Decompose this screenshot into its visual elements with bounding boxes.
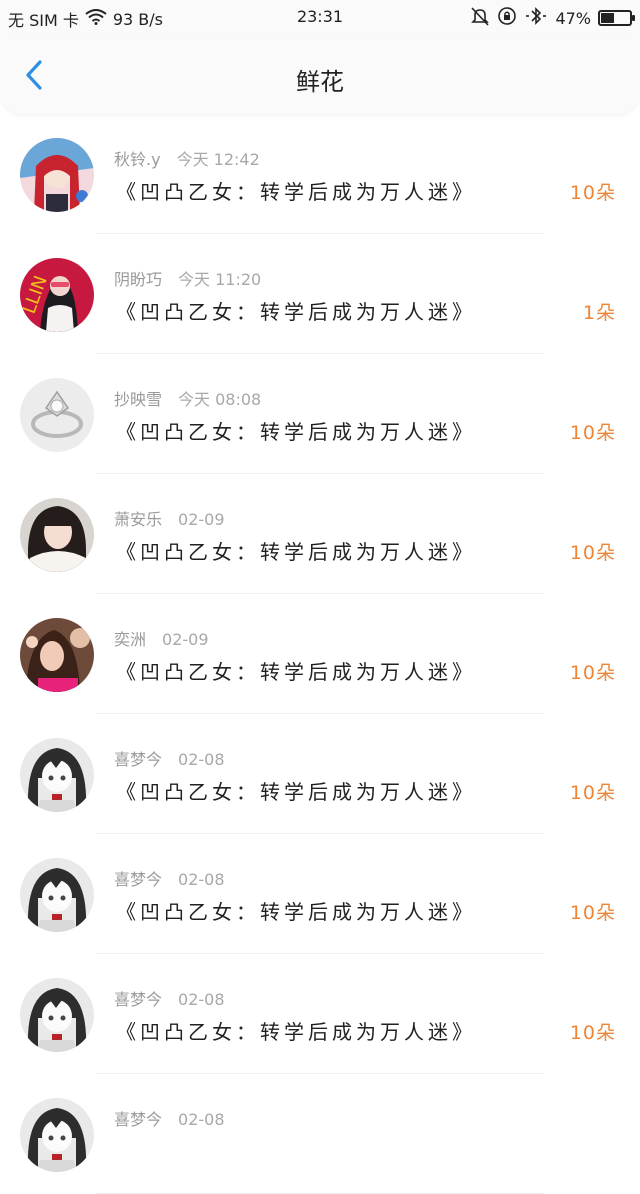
avatar-girl-flowers[interactable] — [20, 618, 94, 692]
username: 萧安乐 — [114, 510, 163, 529]
avatar-anime[interactable] — [20, 738, 94, 812]
flower-count: 10朵 — [569, 902, 616, 924]
avatar-girl-red[interactable] — [20, 138, 94, 212]
list-item-6[interactable]: 喜梦今 02-08 《凹凸乙女：转学后成为万人迷》 10朵 — [0, 714, 640, 834]
book-title: 《凹凸乙女：转学后成为万人迷》 — [116, 900, 476, 924]
list-item-4[interactable]: 萧安乐 02-09 《凹凸乙女：转学后成为万人迷》 10朵 — [0, 474, 640, 594]
timestamp: 02-08 — [178, 870, 225, 889]
timestamp: 今天 11:20 — [178, 270, 262, 289]
flower-count: 10朵 — [569, 542, 616, 564]
flower-count: 10朵 — [569, 782, 616, 804]
flower-count: 1朵 — [582, 302, 616, 324]
battery-level — [601, 13, 615, 23]
page-title: 鲜花 — [296, 68, 344, 96]
timestamp: 今天 08:08 — [178, 390, 262, 409]
book-title: 《凹凸乙女：转学后成为万人迷》 — [116, 660, 476, 684]
username: 喜梦今 — [114, 1110, 163, 1129]
item-meta: 抄映雪 今天 08:08 — [114, 386, 261, 410]
flower-count: 10朵 — [569, 422, 616, 444]
timestamp: 今天 12:42 — [176, 150, 260, 169]
username: 喜梦今 — [114, 750, 163, 769]
item-meta: 喜梦今 02-08 — [114, 1106, 225, 1130]
timestamp: 02-09 — [162, 630, 209, 649]
timestamp: 02-08 — [178, 750, 225, 769]
status-bar: 无 SIM 卡 93 B/s 23:31 47% — [0, 0, 640, 34]
battery-icon — [598, 10, 635, 26]
book-title: 《凹凸乙女：转学后成为万人迷》 — [116, 420, 476, 444]
item-meta: 喜梦今 02-08 — [114, 866, 225, 890]
list-item-1[interactable]: 秋铃.y 今天 12:42 《凹凸乙女：转学后成为万人迷》 10朵 — [0, 114, 640, 234]
book-title: 《凹凸乙女：转学后成为万人迷》 — [116, 540, 476, 564]
list-item-7[interactable]: 喜梦今 02-08 《凹凸乙女：转学后成为万人迷》 10朵 — [0, 834, 640, 954]
flower-count: 10朵 — [569, 1022, 616, 1044]
avatar-girl-white[interactable] — [20, 498, 94, 572]
status-right: 47% — [470, 6, 635, 30]
timestamp: 02-08 — [178, 1110, 225, 1129]
book-title: 《凹凸乙女：转学后成为万人迷》 — [116, 1020, 476, 1044]
battery-percent: 47% — [555, 8, 591, 28]
item-meta: 喜梦今 02-08 — [114, 746, 225, 770]
avatar-anime[interactable] — [20, 978, 94, 1052]
username: 喜梦今 — [114, 870, 163, 889]
avatar-girl-pink[interactable]: LLIN — [20, 258, 94, 332]
list-item-2[interactable]: LLIN 阴盼巧 今天 11:20 《凹凸乙女：转学后成为万人迷》 1朵 — [0, 234, 640, 354]
item-meta: 萧安乐 02-09 — [114, 506, 225, 530]
username: 阴盼巧 — [114, 270, 163, 289]
timestamp: 02-08 — [178, 990, 225, 1009]
book-title: 《凹凸乙女：转学后成为万人迷》 — [116, 780, 476, 804]
list-item-5[interactable]: 奕洲 02-09 《凹凸乙女：转学后成为万人迷》 10朵 — [0, 594, 640, 714]
list-item-9[interactable]: 喜梦今 02-08 — [0, 1074, 640, 1194]
nav-bar: 鲜花 — [0, 34, 640, 114]
bluetooth-icon — [524, 6, 548, 30]
username: 喜梦今 — [114, 990, 163, 1009]
item-meta: 喜梦今 02-08 — [114, 986, 225, 1010]
list-item-8[interactable]: 喜梦今 02-08 《凹凸乙女：转学后成为万人迷》 10朵 — [0, 954, 640, 1074]
mute-bell-icon — [470, 6, 490, 30]
avatar-ring[interactable] — [20, 378, 94, 452]
avatar-anime[interactable] — [20, 1098, 94, 1172]
book-title: 《凹凸乙女：转学后成为万人迷》 — [116, 300, 476, 324]
list-item-3[interactable]: 抄映雪 今天 08:08 《凹凸乙女：转学后成为万人迷》 10朵 — [0, 354, 640, 474]
item-meta: 阴盼巧 今天 11:20 — [114, 266, 261, 290]
timestamp: 02-09 — [178, 510, 225, 529]
username: 奕洲 — [114, 630, 147, 649]
username: 抄映雪 — [114, 390, 163, 409]
avatar-anime[interactable] — [20, 858, 94, 932]
flower-count: 10朵 — [569, 182, 616, 204]
username: 秋铃.y — [114, 150, 161, 169]
rotation-lock-icon — [497, 6, 517, 30]
book-title: 《凹凸乙女：转学后成为万人迷》 — [116, 180, 476, 204]
flower-list: 秋铃.y 今天 12:42 《凹凸乙女：转学后成为万人迷》 10朵 LLIN 阴盼… — [0, 114, 640, 1194]
flower-count: 10朵 — [569, 662, 616, 684]
item-meta: 奕洲 02-09 — [114, 626, 209, 650]
item-meta: 秋铃.y 今天 12:42 — [114, 146, 260, 170]
